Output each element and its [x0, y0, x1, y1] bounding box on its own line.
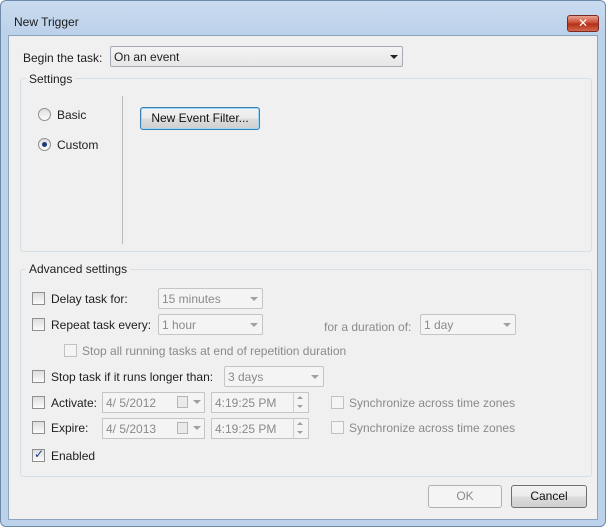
chevron-down-icon	[188, 392, 205, 411]
expire-date-picker[interactable]: 4/ 5/2013	[102, 418, 205, 439]
settings-group	[20, 78, 592, 252]
enabled-label[interactable]: Enabled	[51, 449, 95, 463]
expire-sync-checkbox[interactable]	[331, 421, 344, 434]
dialog-body: Begin the task: On an event Settings Bas…	[8, 35, 598, 520]
title-bar[interactable]: New Trigger ✕	[1, 1, 605, 35]
activate-sync-label[interactable]: Synchronize across time zones	[349, 396, 515, 410]
expire-checkbox[interactable]	[32, 421, 45, 434]
stop-running-tasks-label[interactable]: Stop all running tasks at end of repetit…	[82, 344, 346, 358]
chevron-down-icon	[245, 315, 262, 334]
expire-time-value: 4:19:25 PM	[215, 422, 277, 436]
cancel-button[interactable]: Cancel	[511, 485, 587, 508]
close-icon: ✕	[577, 16, 589, 30]
custom-radio-label[interactable]: Custom	[57, 138, 98, 152]
close-button[interactable]: ✕	[567, 15, 599, 32]
chevron-down-icon	[498, 315, 515, 334]
new-event-filter-button[interactable]: New Event Filter...	[140, 107, 260, 130]
repeat-task-checkbox[interactable]	[32, 318, 45, 331]
repeat-task-label[interactable]: Repeat task every:	[51, 318, 151, 332]
expire-sync-label[interactable]: Synchronize across time zones	[349, 421, 515, 435]
date-dropdown[interactable]	[189, 418, 205, 439]
duration-value: 1 day	[424, 318, 454, 332]
chevron-down-icon	[385, 47, 402, 66]
calendar-icon[interactable]	[177, 396, 188, 408]
activate-date-value: 4/ 5/2012	[106, 396, 157, 410]
time-spinner[interactable]	[293, 393, 308, 412]
expire-label[interactable]: Expire:	[51, 421, 88, 435]
stop-task-longer-label[interactable]: Stop task if it runs longer than:	[51, 370, 213, 384]
delay-task-value: 15 minutes	[162, 292, 221, 306]
repeat-task-value: 1 hour	[162, 318, 197, 332]
checkmark-icon: ✓	[34, 447, 45, 461]
chevron-down-icon	[188, 418, 205, 437]
spin-down-icon[interactable]	[297, 405, 303, 408]
chevron-down-icon	[245, 289, 262, 308]
expire-date-value: 4/ 5/2013	[106, 422, 157, 436]
activate-sync-checkbox[interactable]	[331, 396, 344, 409]
activate-time-value: 4:19:25 PM	[215, 396, 277, 410]
chevron-down-icon	[306, 367, 323, 386]
activate-checkbox[interactable]	[32, 396, 45, 409]
activate-time-picker[interactable]: 4:19:25 PM	[211, 392, 309, 413]
begin-task-dropdown[interactable]: On an event	[110, 46, 403, 67]
activate-label[interactable]: Activate:	[51, 396, 97, 410]
duration-label: for a duration of:	[324, 320, 412, 334]
expire-time-picker[interactable]: 4:19:25 PM	[211, 418, 309, 439]
begin-task-value: On an event	[114, 50, 180, 64]
advanced-settings-label: Advanced settings	[26, 262, 131, 276]
delay-task-checkbox[interactable]	[32, 292, 45, 305]
settings-group-label: Settings	[26, 72, 76, 86]
custom-radio[interactable]	[38, 138, 51, 151]
spin-down-icon[interactable]	[297, 431, 303, 434]
delay-task-dropdown[interactable]: 15 minutes	[158, 288, 263, 309]
new-trigger-dialog: New Trigger ✕ Begin the task: On an even…	[0, 0, 606, 527]
date-dropdown[interactable]	[189, 392, 205, 413]
spin-up-icon[interactable]	[297, 396, 303, 399]
stop-task-longer-value: 3 days	[228, 370, 264, 384]
delay-task-label[interactable]: Delay task for:	[51, 292, 128, 306]
activate-date-picker[interactable]: 4/ 5/2012	[102, 392, 205, 413]
begin-task-label: Begin the task:	[23, 51, 103, 65]
repeat-task-dropdown[interactable]: 1 hour	[158, 314, 263, 335]
dialog-title: New Trigger	[14, 15, 79, 29]
stop-task-longer-checkbox[interactable]	[32, 370, 45, 383]
duration-dropdown[interactable]: 1 day	[420, 314, 516, 335]
time-spinner[interactable]	[293, 419, 308, 438]
basic-radio-label[interactable]: Basic	[57, 108, 86, 122]
stop-task-longer-dropdown[interactable]: 3 days	[224, 366, 324, 387]
stop-running-tasks-checkbox[interactable]	[64, 344, 77, 357]
ok-button[interactable]: OK	[428, 485, 502, 508]
enabled-checkbox[interactable]: ✓	[32, 447, 45, 462]
basic-radio[interactable]	[38, 108, 51, 121]
radio-selected-dot	[42, 142, 47, 147]
settings-divider	[122, 96, 123, 244]
spin-up-icon[interactable]	[297, 422, 303, 425]
calendar-icon[interactable]	[177, 422, 188, 434]
